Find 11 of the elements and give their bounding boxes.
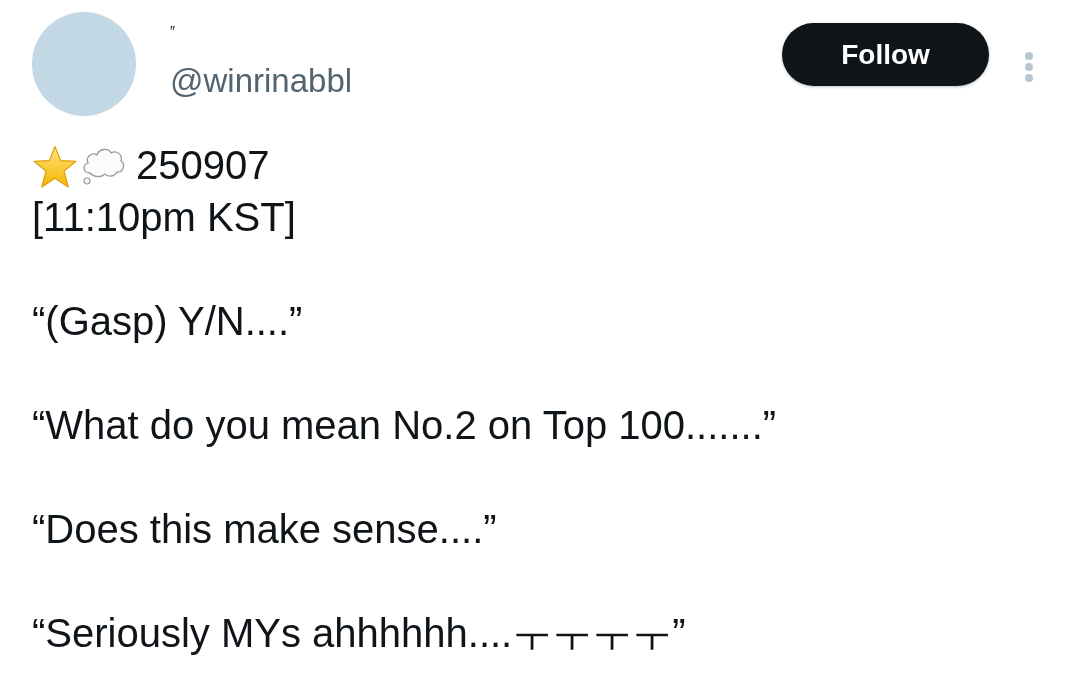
more-icon[interactable] — [1024, 51, 1034, 83]
post-time: [11:10pm KST] — [32, 194, 296, 241]
user-handle: @winrinabbl — [170, 62, 353, 100]
follow-button[interactable]: Follow — [782, 23, 989, 86]
quote-text: “Does this make sense....” — [32, 506, 497, 553]
quote-text: “(Gasp) Y/N....” — [32, 298, 303, 345]
star-icon — [32, 145, 78, 189]
display-name: ″ — [170, 22, 175, 40]
post-date: 250907 — [136, 142, 270, 189]
quote-text: “Seriously MYs ahhhhhh....ㅜㅜㅜㅜ” — [32, 610, 686, 657]
quote-text: “What do you mean No.2 on Top 100.......” — [32, 402, 777, 449]
